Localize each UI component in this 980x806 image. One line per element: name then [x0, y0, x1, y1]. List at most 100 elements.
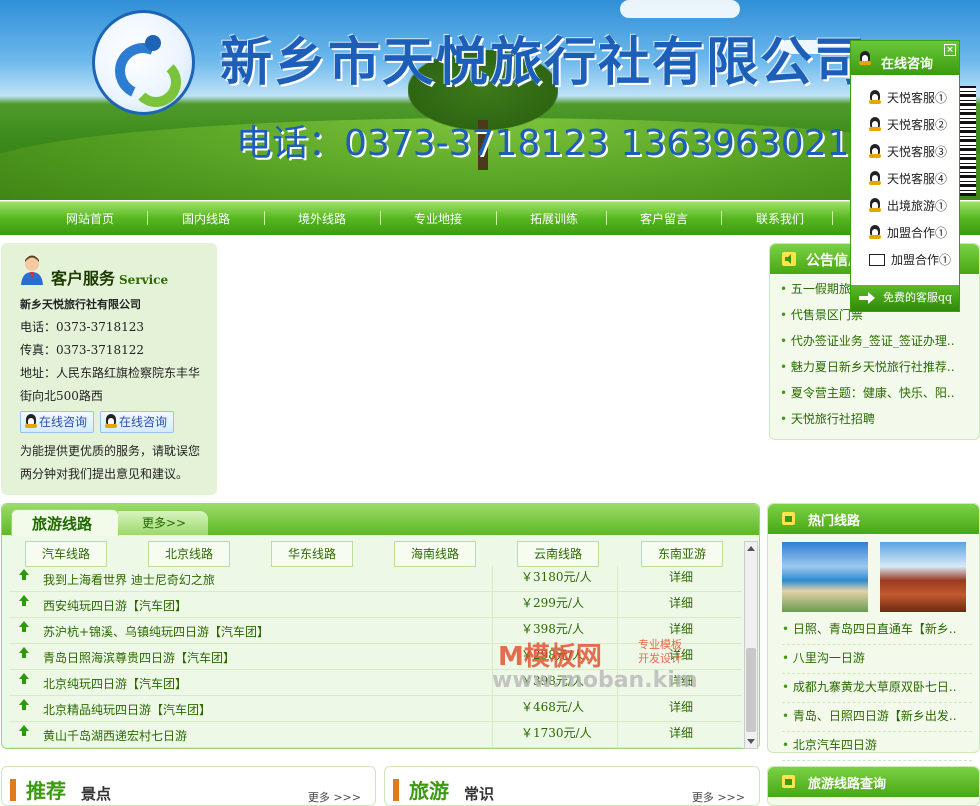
hot-line-item[interactable]: 日照、青岛四日直通车【新乡..: [782, 616, 972, 645]
tour-name-link[interactable]: 青岛日照海滨尊贵四日游【汽车团】: [43, 649, 235, 666]
chat-contact[interactable]: 天悦客服④: [851, 166, 959, 193]
arrow-up-icon: [19, 621, 29, 632]
knowledge-more-link[interactable]: 更多 >>>: [692, 789, 745, 805]
online-consult-button[interactable]: 在线咨询: [100, 411, 175, 433]
category-tab-yunnan[interactable]: 云南线路: [517, 541, 599, 567]
hot-line-item[interactable]: 青岛、日照四日游【新乡出发..: [782, 703, 972, 732]
chat-contact-label: 天悦客服②: [887, 118, 948, 132]
tour-detail-link[interactable]: 详细: [669, 698, 693, 715]
section-bar: [393, 779, 399, 801]
notice-item[interactable]: 代办签证业务_签证_签证办理..: [780, 328, 979, 354]
table-row: 黄山千岛湖西递宏村七日游 ￥1730元/人 详细: [9, 722, 742, 748]
tour-detail-link[interactable]: 详细: [669, 724, 693, 741]
logo-swoosh-green: [131, 57, 181, 107]
chat-title: 在线咨询: [881, 57, 934, 72]
nav-item-contact[interactable]: 联系我们: [756, 210, 804, 227]
nav-item-guestbook[interactable]: 客户留言: [640, 210, 688, 227]
tab-travel-lines[interactable]: 旅游线路: [11, 509, 119, 536]
chat-contact[interactable]: 出境旅游①: [851, 193, 959, 220]
close-icon[interactable]: ×: [944, 44, 956, 56]
route-query-header: 旅游线路查询: [768, 767, 979, 797]
chat-contact[interactable]: 加盟合作①: [851, 220, 959, 247]
recommend-subtitle: 景点: [81, 785, 112, 803]
hot-line-item[interactable]: 北京汽车四日游: [782, 732, 972, 761]
tour-name-link[interactable]: 苏沪杭+锦溪、乌镇纯玩四日游【汽车团】: [43, 623, 269, 640]
customer-service-info: 新乡天悦旅行社有限公司 电话：0373-3718123 传真：0373-3718…: [20, 293, 210, 486]
online-consult-button[interactable]: 在线咨询: [20, 411, 95, 433]
notice-item[interactable]: 夏令营主题：健康、快乐、阳..: [780, 380, 979, 406]
nav-separator: [496, 211, 497, 225]
watermark-url: www.moban.kim: [492, 668, 698, 693]
cs-company-name: 新乡天悦旅行社有限公司: [20, 298, 141, 311]
tour-detail-link[interactable]: 详细: [669, 594, 693, 611]
nav-item-training[interactable]: 拓展训练: [530, 210, 578, 227]
company-logo[interactable]: [92, 10, 195, 115]
nav-separator: [832, 211, 833, 225]
travel-lines-panel: 旅游线路 更多>> 汽车线路 北京线路 华东线路 海南线路 云南线路 东南亚游 …: [1, 503, 760, 749]
tour-name-link[interactable]: 黄山千岛湖西递宏村七日游: [43, 727, 187, 744]
tour-name-link[interactable]: 北京纯玩四日游【汽车团】: [43, 675, 187, 692]
nav-separator: [606, 211, 607, 225]
chat-contact[interactable]: 天悦客服③: [851, 139, 959, 166]
hot-line-item[interactable]: 八里沟一日游: [782, 645, 972, 674]
category-tab-beijing[interactable]: 北京线路: [148, 541, 230, 567]
recommend-panel: 推荐 景点 更多 >>>: [1, 766, 376, 806]
recommend-more-link[interactable]: 更多 >>>: [308, 789, 361, 805]
nav-item-overseas[interactable]: 境外线路: [298, 210, 346, 227]
phone-number: 电话：0373-3718123 13639630212: [236, 123, 873, 164]
arrow-up-icon: [19, 569, 29, 580]
tour-name-link[interactable]: 我到上海看世界 迪士尼奇幻之旅: [43, 571, 215, 588]
tour-detail-link[interactable]: 详细: [669, 568, 693, 585]
tour-price: ￥3180元/人: [521, 570, 592, 584]
tour-name-link[interactable]: 西安纯玩四日游【汽车团】: [43, 597, 187, 614]
nav-item-local-reception[interactable]: 专业地接: [414, 210, 462, 227]
customer-service-panel: 客户服务 Service 新乡天悦旅行社有限公司 电话：0373-3718123 …: [1, 243, 217, 495]
scrollbar-thumb[interactable]: [746, 648, 756, 732]
tour-detail-link[interactable]: 详细: [669, 620, 693, 637]
customer-service-title-en: Service: [119, 273, 169, 287]
chat-contact[interactable]: 天悦客服②: [851, 112, 959, 139]
customer-service-title: 客户服务 Service: [51, 265, 168, 289]
arrow-up-icon: [19, 699, 29, 710]
chat-contact-label: 天悦客服③: [887, 145, 948, 159]
travel-lines-header: 旅游线路 更多>>: [2, 504, 759, 536]
category-tab-southeast-asia[interactable]: 东南亚游: [641, 541, 723, 567]
nav-item-home[interactable]: 网站首页: [66, 210, 114, 227]
scrollbar[interactable]: [744, 541, 758, 749]
travel-lines-more-link[interactable]: 更多>>: [118, 511, 208, 535]
chat-contact-label: 加盟合作①: [887, 226, 948, 240]
tour-price: ￥398元/人: [521, 622, 584, 636]
table-row: 西安纯玩四日游【汽车团】 ￥299元/人 详细: [9, 592, 742, 618]
notice-item[interactable]: 天悦旅行社招聘: [780, 406, 979, 432]
section-icon: [782, 775, 795, 788]
hot-line-item[interactable]: 成都九寨黄龙大草原双卧七日..: [782, 674, 972, 703]
tour-price: ￥299元/人: [521, 596, 584, 610]
tour-name-link[interactable]: 北京精品纯玩四日游【汽车团】: [43, 701, 211, 718]
speaker-icon: [782, 252, 796, 266]
customer-service-avatar-icon: [21, 255, 43, 285]
watermark-slogan-line: 开发设计: [638, 652, 682, 665]
header-banner: 新乡市天悦旅行社有限公司 电话：0373-3718123 13639630212: [0, 0, 980, 200]
scroll-up-icon[interactable]: [747, 546, 755, 551]
chat-email-contact[interactable]: 加盟合作①: [851, 247, 959, 274]
qq-penguin-icon: [869, 171, 881, 185]
cs-note: 为能提供更优质的服务，请耽误您两分钟对我们提出意见和建议。: [20, 444, 201, 481]
chat-contact[interactable]: 天悦客服①: [851, 85, 959, 112]
envelope-icon: [869, 254, 885, 266]
scroll-down-icon[interactable]: [747, 739, 755, 744]
notice-item[interactable]: 魅力夏日新乡天悦旅行社推荐..: [780, 354, 979, 380]
section-bar: [10, 779, 16, 801]
qq-penguin-icon: [869, 198, 881, 212]
category-tab-bus[interactable]: 汽车线路: [25, 541, 107, 567]
nav-separator: [147, 211, 148, 225]
arrow-up-icon: [19, 647, 29, 658]
beach-city-photo[interactable]: [782, 542, 868, 612]
mountain-village-photo[interactable]: [880, 542, 966, 612]
arrow-up-icon: [19, 673, 29, 684]
category-tab-hainan[interactable]: 海南线路: [394, 541, 476, 567]
qq-penguin-icon: [869, 144, 881, 158]
online-chat-widget: 在线咨询 × 天悦客服① 天悦客服② 天悦客服③ 天悦客服④ 出境旅游① 加盟合…: [850, 40, 960, 312]
chat-footer[interactable]: 免费的客服qq: [851, 285, 959, 311]
nav-item-domestic[interactable]: 国内线路: [182, 210, 230, 227]
category-tab-east-china[interactable]: 华东线路: [271, 541, 353, 567]
